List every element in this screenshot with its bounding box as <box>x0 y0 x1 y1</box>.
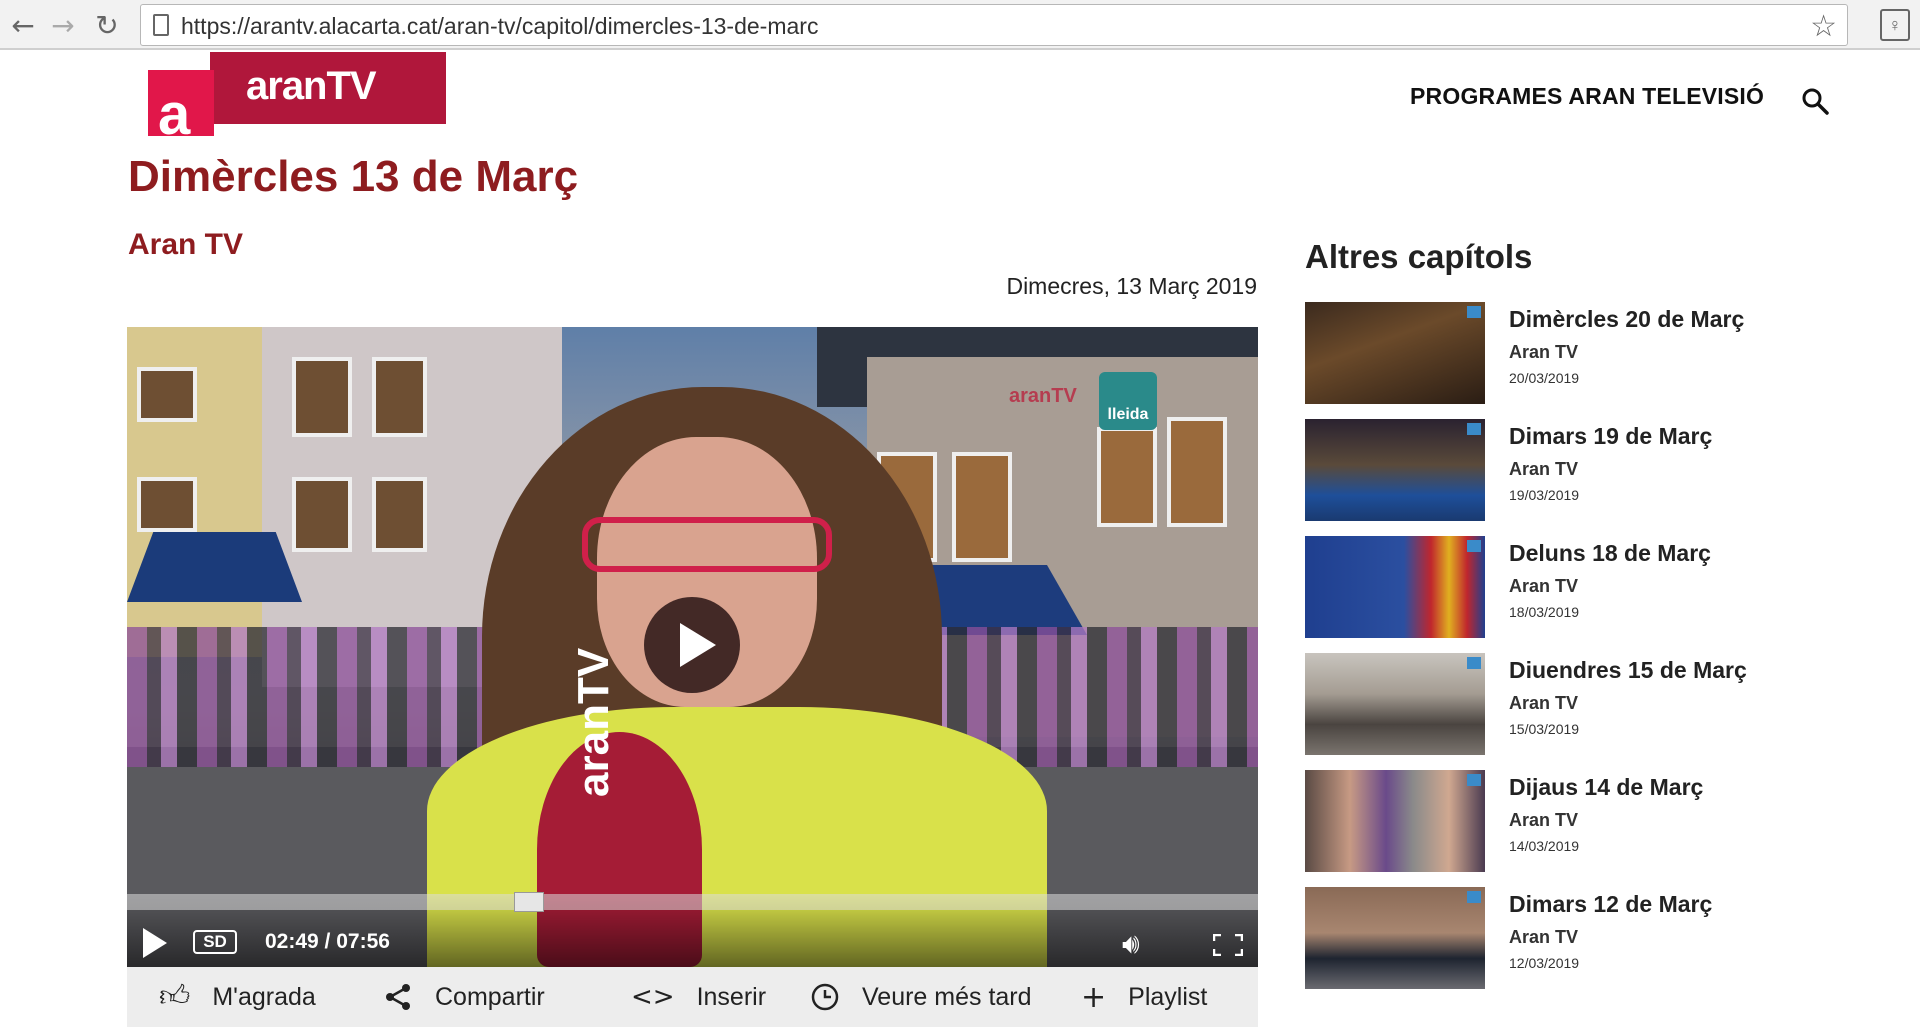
episode-title[interactable]: Deluns 18 de Març <box>1509 540 1711 567</box>
embed-button[interactable]: <> Inserir <box>631 967 766 1027</box>
video-actions-bar: 👍︎ M'agrada Compartir <> Inserir Veure m… <box>127 967 1258 1027</box>
watch-later-label: Veure més tard <box>862 982 1032 1011</box>
page-title: Dimèrcles 13 de Març <box>128 152 579 201</box>
episode-thumbnail[interactable] <box>1305 419 1485 521</box>
video-player[interactable]: aranTV aranTV lleida SD 02:49 / 07:56 🔊︎ <box>127 327 1258 967</box>
window <box>372 477 427 552</box>
embed-label: Inserir <box>696 982 767 1011</box>
window <box>372 357 427 437</box>
episode-date: 12/03/2019 <box>1509 955 1580 971</box>
play-icon[interactable] <box>143 928 167 958</box>
episode-date: 19/03/2019 <box>1509 487 1580 503</box>
episode-thumbnail[interactable] <box>1305 536 1485 638</box>
episode-thumbnail[interactable] <box>1305 302 1485 404</box>
channel-watermark: aranTV <box>1009 385 1077 407</box>
episode-date: 15/03/2019 <box>1509 721 1580 737</box>
episode-title[interactable]: Dimars 19 de Març <box>1509 423 1712 450</box>
episode-date: 14/03/2019 <box>1509 838 1580 854</box>
other-episodes-title: Altres capítols <box>1305 238 1533 275</box>
window <box>137 477 197 532</box>
window <box>1167 417 1227 527</box>
episode-item[interactable]: Dimèrcles 20 de Març Aran TV 20/03/2019 <box>1305 302 1865 406</box>
fullscreen-icon[interactable] <box>1213 934 1243 956</box>
episode-item[interactable]: Dijaus 14 de Març Aran TV 14/03/2019 <box>1305 770 1865 874</box>
share-icon <box>386 984 410 1010</box>
player-controls: SD 02:49 / 07:56 🔊︎ <box>127 892 1258 967</box>
window <box>952 452 1012 562</box>
like-button[interactable]: 👍︎ M'agrada <box>159 967 316 1027</box>
window <box>292 357 352 437</box>
episode-channel: Aran TV <box>1509 576 1579 596</box>
microphone-logo-text: aranTV <box>569 647 618 797</box>
watch-later-button[interactable]: Veure més tard <box>810 967 1032 1027</box>
window <box>1097 427 1157 527</box>
episode-title[interactable]: Diuendres 15 de Març <box>1509 657 1747 684</box>
browser-toolbar: ← → ↻ https://arantv.alacarta.cat/aran-t… <box>0 0 1920 50</box>
nav-programes-link[interactable]: PROGRAMES ARAN TELEVISIÓ <box>1410 83 1764 110</box>
episode-item[interactable]: Dimars 19 de Març Aran TV 19/03/2019 <box>1305 419 1865 523</box>
episode-channel: Aran TV <box>1509 342 1579 362</box>
video-scene-tent <box>127 532 302 602</box>
forward-icon[interactable]: → <box>46 8 80 42</box>
page-icon <box>153 14 169 36</box>
channel-link[interactable]: Aran TV <box>128 228 243 262</box>
address-bar[interactable]: https://arantv.alacarta.cat/aran-tv/capi… <box>140 4 1848 46</box>
badge-icon <box>1467 423 1481 435</box>
episode-item[interactable]: Deluns 18 de Març Aran TV 18/03/2019 <box>1305 536 1865 640</box>
back-icon[interactable]: ← <box>6 8 40 42</box>
episode-date: 20/03/2019 <box>1509 370 1580 386</box>
playlist-button[interactable]: + Playlist <box>1081 967 1207 1027</box>
share-label: Compartir <box>435 982 545 1011</box>
episode-date: 18/03/2019 <box>1509 604 1580 620</box>
bookmark-star-icon[interactable]: ☆ <box>1810 9 1837 44</box>
badge-icon <box>1467 306 1481 318</box>
logo-text: aranTV <box>246 64 377 108</box>
episode-title[interactable]: Dijaus 14 de Març <box>1509 774 1703 801</box>
search-icon[interactable] <box>1800 86 1830 116</box>
share-button[interactable]: Compartir <box>383 967 545 1027</box>
big-play-button[interactable] <box>644 597 740 693</box>
plus-icon: + <box>1081 979 1107 1015</box>
badge-icon <box>1467 774 1481 786</box>
episode-item[interactable]: Diuendres 15 de Març Aran TV 15/03/2019 <box>1305 653 1865 757</box>
publish-date: Dimecres, 13 Març 2019 <box>1006 273 1257 299</box>
episode-thumbnail[interactable] <box>1305 887 1485 989</box>
quality-sd-button[interactable]: SD <box>193 930 237 954</box>
episode-item[interactable]: Dimars 12 de Març Aran TV 12/03/2019 <box>1305 887 1865 991</box>
window <box>292 477 352 552</box>
episode-title[interactable]: Dimèrcles 20 de Març <box>1509 306 1744 333</box>
episode-thumbnail[interactable] <box>1305 770 1485 872</box>
time-display: 02:49 / 07:56 <box>265 930 390 953</box>
site-logo[interactable]: a aranTV <box>148 52 446 144</box>
episode-thumbnail[interactable] <box>1305 653 1485 755</box>
code-icon: <> <box>631 982 675 1012</box>
extension-icon[interactable]: ♀ <box>1880 9 1910 41</box>
volume-icon[interactable]: 🔊︎ <box>1122 927 1140 961</box>
episode-channel: Aran TV <box>1509 459 1579 479</box>
video-scene-glasses <box>582 517 832 572</box>
url-text: https://arantv.alacarta.cat/aran-tv/capi… <box>181 13 819 39</box>
episode-channel: Aran TV <box>1509 693 1579 713</box>
logo-square: a <box>148 70 214 144</box>
progress-handle[interactable] <box>513 892 544 912</box>
video-scene-building-left <box>127 327 277 657</box>
logo-letter: a <box>158 82 191 147</box>
episode-channel: Aran TV <box>1509 927 1579 947</box>
badge-icon <box>1467 540 1481 552</box>
window <box>137 367 197 422</box>
episode-title[interactable]: Dimars 12 de Març <box>1509 891 1712 918</box>
thumbs-up-icon: 👍︎ <box>159 979 191 1014</box>
badge-icon <box>1467 657 1481 669</box>
badge-icon <box>1467 891 1481 903</box>
clock-icon <box>811 983 839 1011</box>
playlist-label: Playlist <box>1128 982 1208 1011</box>
progress-bar[interactable] <box>127 892 1258 912</box>
lleida-watermark: lleida <box>1099 372 1157 430</box>
episode-channel: Aran TV <box>1509 810 1579 830</box>
reload-icon[interactable]: ↻ <box>90 8 124 42</box>
like-label: M'agrada <box>212 982 316 1011</box>
